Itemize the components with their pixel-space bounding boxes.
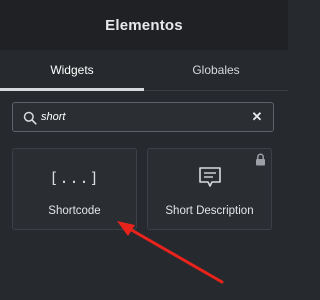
widget-shortcode-label: Shortcode <box>48 205 101 217</box>
tab-globales[interactable]: Globales <box>144 50 288 90</box>
search-input[interactable] <box>41 108 241 126</box>
tab-widgets-label: Widgets <box>50 63 94 77</box>
tab-widgets[interactable]: Widgets <box>0 50 144 91</box>
panel-tabs: Widgets Globales <box>0 50 288 91</box>
widget-shortcode[interactable]: [...] Shortcode <box>12 148 137 230</box>
short-description-icon <box>198 167 221 187</box>
widget-short-description[interactable]: Short Description <box>147 148 272 230</box>
panel-header: Elementos <box>0 0 288 50</box>
close-icon[interactable]: ✕ <box>250 110 264 124</box>
tab-globales-label: Globales <box>192 63 240 77</box>
widget-search: ✕ <box>12 102 274 132</box>
elements-panel: Elementos Widgets Globales ✕ [...] Short… <box>0 0 288 300</box>
search-icon <box>23 111 37 125</box>
widget-short-description-label: Short Description <box>165 205 254 217</box>
panel-title: Elementos <box>105 16 183 34</box>
shortcode-icon: [...] <box>49 169 100 187</box>
active-tab-indicator <box>0 88 144 91</box>
